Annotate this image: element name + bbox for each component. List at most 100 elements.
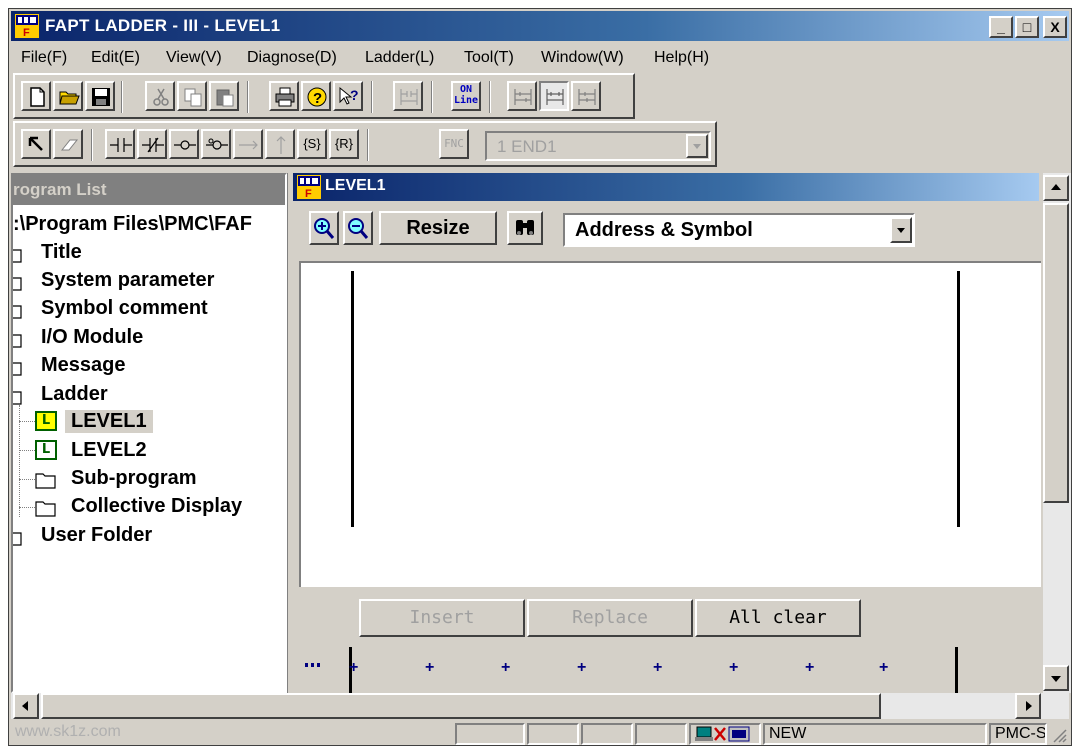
arrow-cursor-icon — [28, 136, 43, 151]
contact-b-button[interactable] — [137, 129, 167, 159]
tree-item-title[interactable]: Title — [41, 241, 82, 264]
tree-item-level1[interactable]: LEVEL1 — [65, 410, 153, 433]
menu-help[interactable]: Help(H) — [654, 49, 709, 67]
tree-item-system-parameter[interactable]: System parameter — [41, 269, 214, 292]
context-help-button[interactable]: ? — [333, 81, 363, 111]
scroll-up-button[interactable] — [1043, 175, 1069, 201]
save-button[interactable] — [85, 81, 115, 111]
zoom-out-button[interactable] — [343, 211, 373, 245]
resize-button[interactable]: Resize — [379, 211, 497, 245]
maximize-button[interactable]: □ — [1015, 16, 1039, 38]
ladder-child-window: F LEVEL1 Resize Address & Symbol Insert … — [293, 173, 1041, 693]
root-path-label: :\Program Files\PMC\FAF — [13, 213, 252, 235]
tree-connector — [19, 507, 35, 508]
reset-coil-button[interactable]: {R} — [329, 129, 359, 159]
insert-button[interactable]: Insert — [359, 599, 525, 637]
reverse-coil-icon — [206, 138, 228, 150]
menu-view[interactable]: View(V) — [166, 49, 222, 67]
set-coil-button[interactable]: {S} — [297, 129, 327, 159]
all-clear-button[interactable]: All clear — [695, 599, 861, 637]
scroll-down-button[interactable] — [1043, 665, 1069, 691]
all-clear-label: All clear — [729, 607, 827, 628]
diagram-mode-button[interactable] — [539, 81, 569, 111]
tree-item-io-module[interactable]: I/O Module — [41, 326, 143, 349]
minimize-button[interactable]: _ — [989, 16, 1013, 38]
contact-a-button[interactable] — [105, 129, 135, 159]
reverse-coil-button[interactable] — [201, 129, 231, 159]
display-mode-combo[interactable]: Address & Symbol — [563, 213, 915, 247]
ladder-diagram-area[interactable] — [299, 261, 1041, 587]
model-status-text: PMC-S — [995, 725, 1047, 742]
menu-window[interactable]: Window(W) — [541, 49, 624, 67]
h-scroll-thumb[interactable] — [41, 693, 881, 719]
title-bar[interactable]: F FAPT LADDER - III - LEVEL1 _ □ X — [11, 11, 1069, 41]
zoom-in-button[interactable] — [309, 211, 339, 245]
menu-diagnose[interactable]: Diagnose(D) — [247, 49, 337, 67]
tree-item-sub-program[interactable]: Sub-program — [71, 467, 197, 490]
open-folder-icon — [59, 91, 80, 105]
minimize-icon: _ — [997, 19, 1005, 35]
ladder-edit-icon — [514, 89, 532, 105]
online-button[interactable]: ON Line — [451, 81, 481, 111]
replace-button[interactable]: Replace — [527, 599, 693, 637]
monitor-button[interactable] — [393, 81, 423, 111]
vertical-scrollbar[interactable] — [1043, 173, 1071, 693]
vertical-line-icon — [276, 136, 286, 154]
copy-button[interactable] — [177, 81, 207, 111]
menu-ladder[interactable]: Ladder(L) — [365, 49, 434, 67]
menu-tool[interactable]: Tool(T) — [464, 49, 514, 67]
function-combo-dropdown[interactable] — [686, 134, 708, 158]
tree-item-level2[interactable]: LEVEL2 — [71, 439, 147, 462]
edit-mode-button[interactable] — [507, 81, 537, 111]
eraser-button[interactable] — [53, 129, 83, 159]
function-button[interactable]: FNC — [439, 129, 469, 159]
tree-item-label: Ladder — [41, 383, 108, 405]
tree-item-label: Sub-program — [71, 467, 197, 489]
horizontal-scrollbar[interactable] — [11, 693, 1069, 719]
scroll-thumb[interactable] — [1043, 203, 1069, 503]
tree-item-user-folder[interactable]: User Folder — [41, 524, 152, 547]
printer-icon — [275, 87, 295, 107]
status-panel — [635, 723, 687, 745]
zoom-in-icon — [314, 218, 335, 239]
program-list-header[interactable]: rogram List — [13, 175, 285, 205]
search-button[interactable] — [507, 211, 543, 245]
coil-button[interactable] — [169, 129, 199, 159]
horizontal-line-button[interactable] — [233, 129, 263, 159]
reset-coil-icon: {R} — [334, 136, 354, 151]
vertical-line-button[interactable] — [265, 129, 295, 159]
tree-root-path[interactable]: :\Program Files\PMC\FAF — [13, 213, 252, 236]
ladder-monitor-icon — [400, 89, 418, 105]
function-combo[interactable]: 1 END1 — [485, 131, 711, 161]
tree-item-ladder[interactable]: Ladder — [41, 383, 108, 406]
open-button[interactable] — [53, 81, 83, 111]
print-button[interactable] — [269, 81, 299, 111]
paste-button[interactable] — [209, 81, 239, 111]
child-title-bar[interactable]: F LEVEL1 — [293, 173, 1039, 201]
menu-edit[interactable]: Edit(E) — [91, 49, 140, 67]
tree-item-message[interactable]: Message — [41, 354, 126, 377]
scroll-left-button[interactable] — [13, 693, 39, 719]
mnemonic-mode-button[interactable] — [571, 81, 601, 111]
folder-icon — [35, 471, 57, 489]
select-tool-button[interactable] — [21, 129, 51, 159]
close-button[interactable]: X — [1043, 16, 1067, 38]
svg-text:F: F — [23, 27, 30, 38]
resize-grip-icon[interactable] — [1051, 727, 1067, 743]
help-button[interactable]: ? — [301, 81, 331, 111]
cut-button[interactable] — [145, 81, 175, 111]
grid-cell-marker: + — [879, 659, 889, 676]
arrow-right-icon — [1026, 701, 1032, 711]
watermark-text: www.sk1z.com — [15, 723, 121, 740]
tree-item-symbol-comment[interactable]: Symbol comment — [41, 297, 208, 320]
menu-file[interactable]: File(F) — [21, 49, 67, 67]
toolbar-separator — [371, 81, 373, 113]
display-mode-dropdown[interactable] — [890, 217, 912, 243]
new-button[interactable] — [21, 81, 51, 111]
scroll-right-button[interactable] — [1015, 693, 1041, 719]
splitter[interactable] — [287, 173, 291, 693]
child-window-title: LEVEL1 — [325, 177, 386, 194]
normally-open-contact-icon — [110, 138, 132, 152]
tree-item-collective-display[interactable]: Collective Display — [71, 495, 242, 518]
arrow-down-icon — [1051, 676, 1061, 682]
